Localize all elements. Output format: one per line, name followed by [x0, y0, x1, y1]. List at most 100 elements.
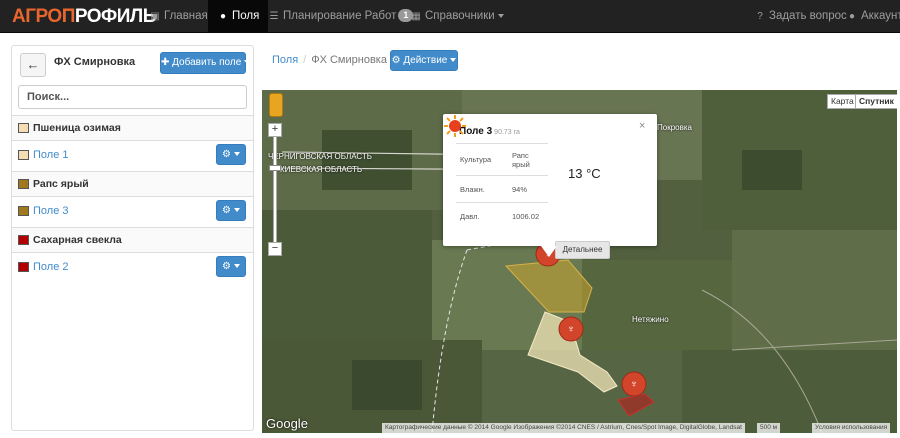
- zoom-slider-track[interactable]: [273, 128, 277, 248]
- caret-down-icon: [233, 208, 240, 213]
- crop-color-swatch: [18, 123, 29, 133]
- action-label: Действие: [403, 55, 448, 66]
- crop-name: Рапс ярый: [33, 178, 89, 190]
- nav-account[interactable]: ● Аккаунт: [846, 0, 900, 33]
- field-settings-button[interactable]: ⚙: [216, 200, 246, 221]
- breadcrumb-root-link[interactable]: Поля: [272, 54, 298, 66]
- field-color-swatch: [18, 206, 29, 216]
- nav-home-label: Главная: [164, 10, 208, 22]
- details-button[interactable]: Детальнее: [555, 241, 610, 259]
- caret-down-icon: [233, 152, 240, 157]
- grid-icon: ▦: [411, 11, 421, 22]
- field-row: Поле 1 ⚙: [12, 141, 253, 171]
- popup-row-label: Давл.: [456, 202, 508, 230]
- sunny-weather-icon: [444, 115, 466, 137]
- zoom-in-button[interactable]: +: [268, 123, 282, 137]
- satellite-map[interactable]: ЧЕРНИГОВСКАЯ ОБЛАСТЬ КИЕВСКАЯ ОБЛАСТЬ Не…: [262, 90, 897, 433]
- map-label-netyazhino: Нетяжино: [632, 315, 669, 324]
- field-info-popup: Поле 3 90.73 га × Культура Рапс ярый Влажн…: [443, 114, 657, 259]
- field-marker-icon[interactable]: [559, 317, 583, 341]
- field-row: Поле 3 ⚙: [12, 197, 253, 227]
- popup-temperature: 13 °C: [568, 166, 601, 181]
- nav-planning[interactable]: ☰ Планирование Работ 1: [268, 0, 414, 33]
- list-icon: ☰: [269, 11, 279, 22]
- caret-down-icon: [244, 60, 251, 65]
- breadcrumb-separator: /: [303, 54, 307, 66]
- map-type-map-button[interactable]: Карта: [827, 94, 858, 109]
- field-link[interactable]: Поле 2: [33, 261, 69, 273]
- table-row: Культура Рапс ярый: [456, 143, 548, 176]
- fields-sidebar: ← ФХ Смирновка ✚ Добавить поле Пшеница о…: [11, 45, 254, 431]
- brand-part-p: П: [61, 6, 76, 27]
- caret-down-icon: [497, 13, 504, 18]
- crop-group-header: Рапс ярый: [12, 171, 253, 197]
- popup-row-value: 1006.02: [508, 202, 548, 230]
- crop-group-header: Сахарная свекла: [12, 227, 253, 253]
- popup-row-value: 94%: [508, 175, 548, 203]
- close-icon[interactable]: ×: [639, 120, 645, 132]
- dashboard-icon: ▣: [150, 11, 160, 22]
- map-label-pokrovka: Покровка: [657, 123, 692, 132]
- field-link[interactable]: Поле 3: [33, 205, 69, 217]
- question-icon: ?: [757, 11, 763, 22]
- map-scale: 500 м: [757, 423, 781, 433]
- field-settings-button[interactable]: ⚙: [216, 144, 246, 165]
- crop-name: Пшеница озимая: [33, 122, 121, 134]
- top-navbar: АГРОПРОФИЛЬ ▣ Главная ● Поля ☰ Планирование…: [0, 0, 900, 33]
- nav-home[interactable]: ▣ Главная: [149, 0, 208, 33]
- breadcrumb: Поля / ФХ Смирновка: [262, 46, 897, 74]
- field-color-swatch: [18, 150, 29, 160]
- map-attribution: Картографические данные © 2014 Google Из…: [382, 423, 745, 433]
- add-field-button[interactable]: ✚ Добавить поле: [160, 52, 251, 74]
- popup-info-table: Культура Рапс ярый Влажн. 94% Давл. 1006.02: [456, 143, 548, 230]
- nav-fields[interactable]: ● Поля: [208, 0, 269, 33]
- popup-title: Поле 3 90.73 га: [459, 126, 520, 137]
- crop-group-header: Пшеница озимая: [12, 115, 253, 141]
- brand-part-rofil: РОФИЛЬ: [74, 6, 157, 27]
- nav-references-label: Справочники: [425, 10, 495, 22]
- street-view-pegman-icon[interactable]: [269, 93, 283, 117]
- map-terms-link[interactable]: Условия использования: [812, 423, 891, 433]
- brand-logo[interactable]: АГРОПРОФИЛЬ: [12, 6, 156, 27]
- back-button[interactable]: ←: [20, 53, 46, 77]
- gear-icon: ⚙: [391, 55, 401, 66]
- farm-title: ФХ Смирновка: [54, 56, 136, 68]
- search-input[interactable]: [18, 85, 247, 109]
- crop-color-swatch: [18, 179, 29, 189]
- zoom-out-button[interactable]: −: [268, 242, 282, 256]
- popup-row-value: Рапс ярый: [508, 143, 548, 176]
- zoom-slider-thumb[interactable]: [269, 165, 281, 171]
- table-row: Влажн. 94%: [456, 175, 548, 203]
- field-settings-button[interactable]: ⚙: [216, 256, 246, 277]
- breadcrumb-current: ФХ Смирновка: [311, 54, 387, 66]
- caret-down-icon: [233, 264, 240, 269]
- user-icon: ●: [848, 11, 856, 22]
- nav-ask-label: Задать вопрос: [769, 10, 847, 22]
- action-dropdown-button[interactable]: ⚙ Действие: [390, 50, 458, 71]
- field-color-swatch: [18, 262, 29, 272]
- table-row: Давл. 1006.02: [456, 202, 548, 230]
- add-field-label: Добавить поле: [172, 57, 242, 68]
- field-row: Поле 2 ⚙: [12, 253, 253, 283]
- map-label-kiev: КИЕВСКАЯ ОБЛАСТЬ: [280, 165, 363, 174]
- field-link[interactable]: Поле 1: [33, 149, 69, 161]
- popup-row-label: Влажн.: [456, 175, 508, 203]
- popup-row-label: Культура: [456, 143, 508, 176]
- map-marker-icon: ●: [219, 11, 227, 22]
- nav-ask-question[interactable]: ? Задать вопрос: [754, 0, 847, 33]
- map-label-chernigov: ЧЕРНИГОВСКАЯ ОБЛАСТЬ: [268, 152, 373, 161]
- field-marker-icon[interactable]: [622, 372, 646, 396]
- nav-planning-label: Планирование Работ: [283, 10, 397, 22]
- nav-fields-label: Поля: [232, 10, 260, 22]
- gear-icon: ⚙: [222, 205, 231, 216]
- map-type-satellite-button[interactable]: Спутник: [855, 94, 897, 109]
- gear-icon: ⚙: [222, 261, 231, 272]
- google-logo: Google: [266, 416, 308, 431]
- gear-icon: ⚙: [222, 149, 231, 160]
- caret-down-icon: [450, 58, 457, 63]
- nav-references[interactable]: ▦ Справочники: [410, 0, 504, 33]
- brand-part-agro: АГРО: [12, 6, 62, 27]
- popup-field-area: 90.73 га: [494, 129, 520, 136]
- nav-account-label: Аккаунт: [861, 10, 900, 22]
- crop-name: Сахарная свекла: [33, 234, 122, 246]
